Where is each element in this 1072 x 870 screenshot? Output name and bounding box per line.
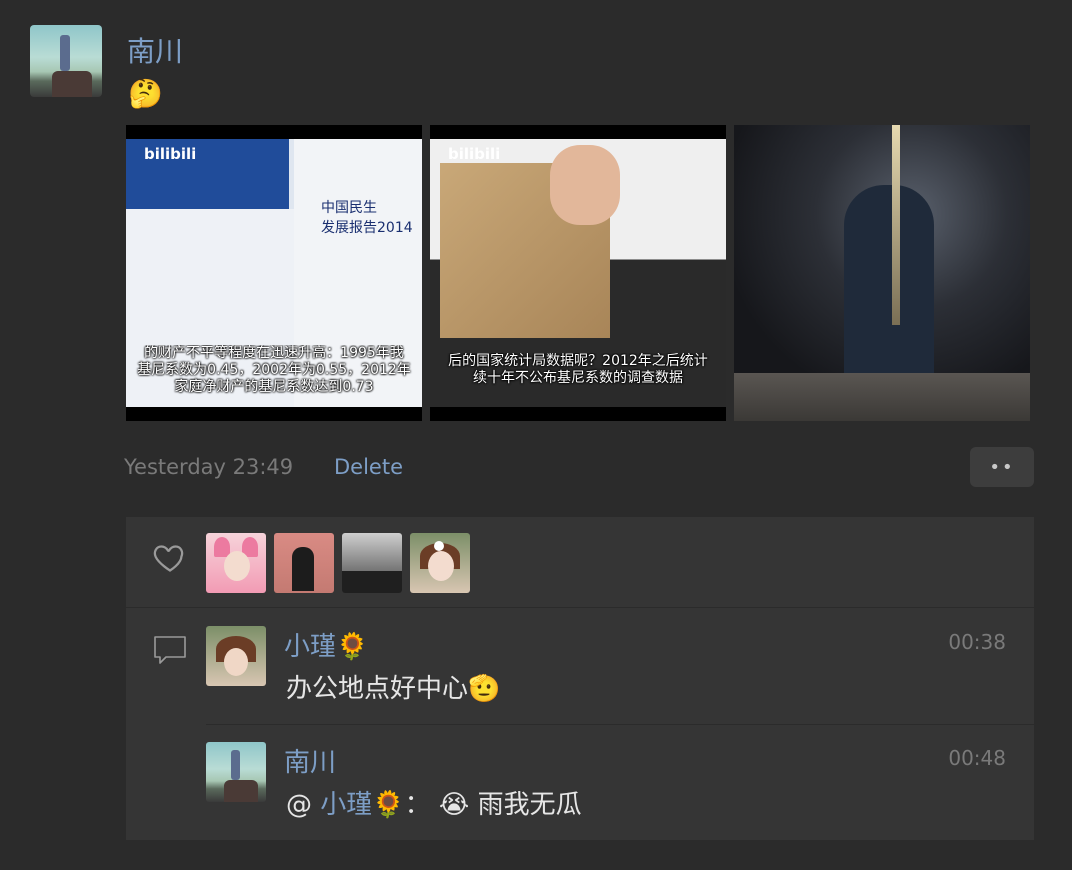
like-avatar[interactable] xyxy=(274,533,334,593)
post-author-name[interactable]: 南川 xyxy=(127,30,183,70)
commenter-avatar[interactable] xyxy=(206,742,266,802)
bilibili-logo: bilibili xyxy=(144,145,197,163)
avatar-rock xyxy=(52,71,92,97)
post-timestamp: Yesterday 23:49 xyxy=(124,455,294,479)
reply-text: 😭 雨我无瓜 xyxy=(438,790,582,820)
comment-item: 南川 00:48 @ 小瑾🌻： 😭 雨我无瓜 xyxy=(206,740,1034,840)
post-photo-3[interactable] xyxy=(734,125,1030,421)
interaction-panel: 小瑾🌻 00:38 办公地点好中心🫡 南川 00:48 @ 小瑾🌻： 😭 雨我无… xyxy=(126,517,1034,840)
road xyxy=(734,373,1030,421)
post-text: 🤔 xyxy=(128,77,163,110)
post-photo-1[interactable]: bilibili 中国民生 发展报告2014 的财产不平等程度在迅速升高：199… xyxy=(126,125,422,421)
bilibili-logo: bilibili xyxy=(448,145,501,163)
comment-time: 00:48 xyxy=(948,746,1006,770)
at-sign: @ xyxy=(286,790,312,820)
like-avatar[interactable] xyxy=(206,533,266,593)
book-title-line: 发展报告2014 xyxy=(321,220,413,236)
video-caption: 后的国家统计局数据呢？2012年之后统计 续十年不公布基尼系数的调查数据 xyxy=(448,353,708,386)
commenter-avatar[interactable] xyxy=(206,626,266,686)
avatar-figure xyxy=(60,35,70,71)
like-avatar[interactable] xyxy=(342,533,402,593)
commenter-name[interactable]: 南川 xyxy=(284,742,336,779)
commenter-name[interactable]: 小瑾🌻 xyxy=(284,626,368,663)
comment-text[interactable]: 办公地点好中心🫡 xyxy=(286,668,500,705)
comment-time: 00:38 xyxy=(948,630,1006,654)
mention-colon: ： xyxy=(404,790,431,820)
likes-row xyxy=(126,517,1034,608)
post-photo-2[interactable]: bilibili 后的国家统计局数据呢？2012年之后统计 续十年不公布基尼系数… xyxy=(430,125,726,421)
comment-text[interactable]: @ 小瑾🌻： 😭 雨我无瓜 xyxy=(286,784,582,821)
light-beam xyxy=(892,125,900,325)
author-avatar[interactable] xyxy=(30,25,102,97)
like-avatar[interactable] xyxy=(410,533,470,593)
video-caption: 的财产不平等程度在迅速升高：1995年我 基尼系数为0.45，2002年为0.5… xyxy=(137,345,411,395)
book-title-line: 中国民生 xyxy=(321,200,377,216)
mention-name[interactable]: 小瑾🌻 xyxy=(320,790,404,820)
comment-item: 小瑾🌻 00:38 办公地点好中心🫡 xyxy=(206,624,1034,725)
hand xyxy=(550,145,620,225)
heart-icon xyxy=(153,545,184,572)
comment-icon xyxy=(154,636,186,664)
more-options-button[interactable]: •• xyxy=(970,447,1034,487)
delete-button[interactable]: Delete xyxy=(334,455,403,479)
tower-building xyxy=(844,185,934,375)
